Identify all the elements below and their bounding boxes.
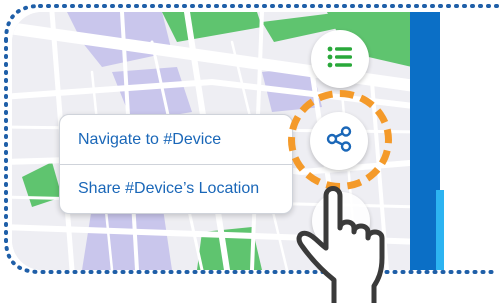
menu-item-share-location[interactable]: Share #Device’s Location (60, 164, 292, 213)
side-panel-accent (436, 190, 444, 270)
list-button[interactable] (311, 30, 369, 88)
list-icon (327, 46, 353, 73)
tap-highlight-ring (288, 90, 392, 190)
share-popup-menu: Navigate to #Device Share #Device’s Loca… (59, 114, 293, 214)
screenshot-stage: Navigate to #Device Share #Device’s Loca… (0, 0, 502, 303)
menu-item-navigate[interactable]: Navigate to #Device (60, 115, 292, 164)
pointing-hand-icon (296, 186, 385, 303)
